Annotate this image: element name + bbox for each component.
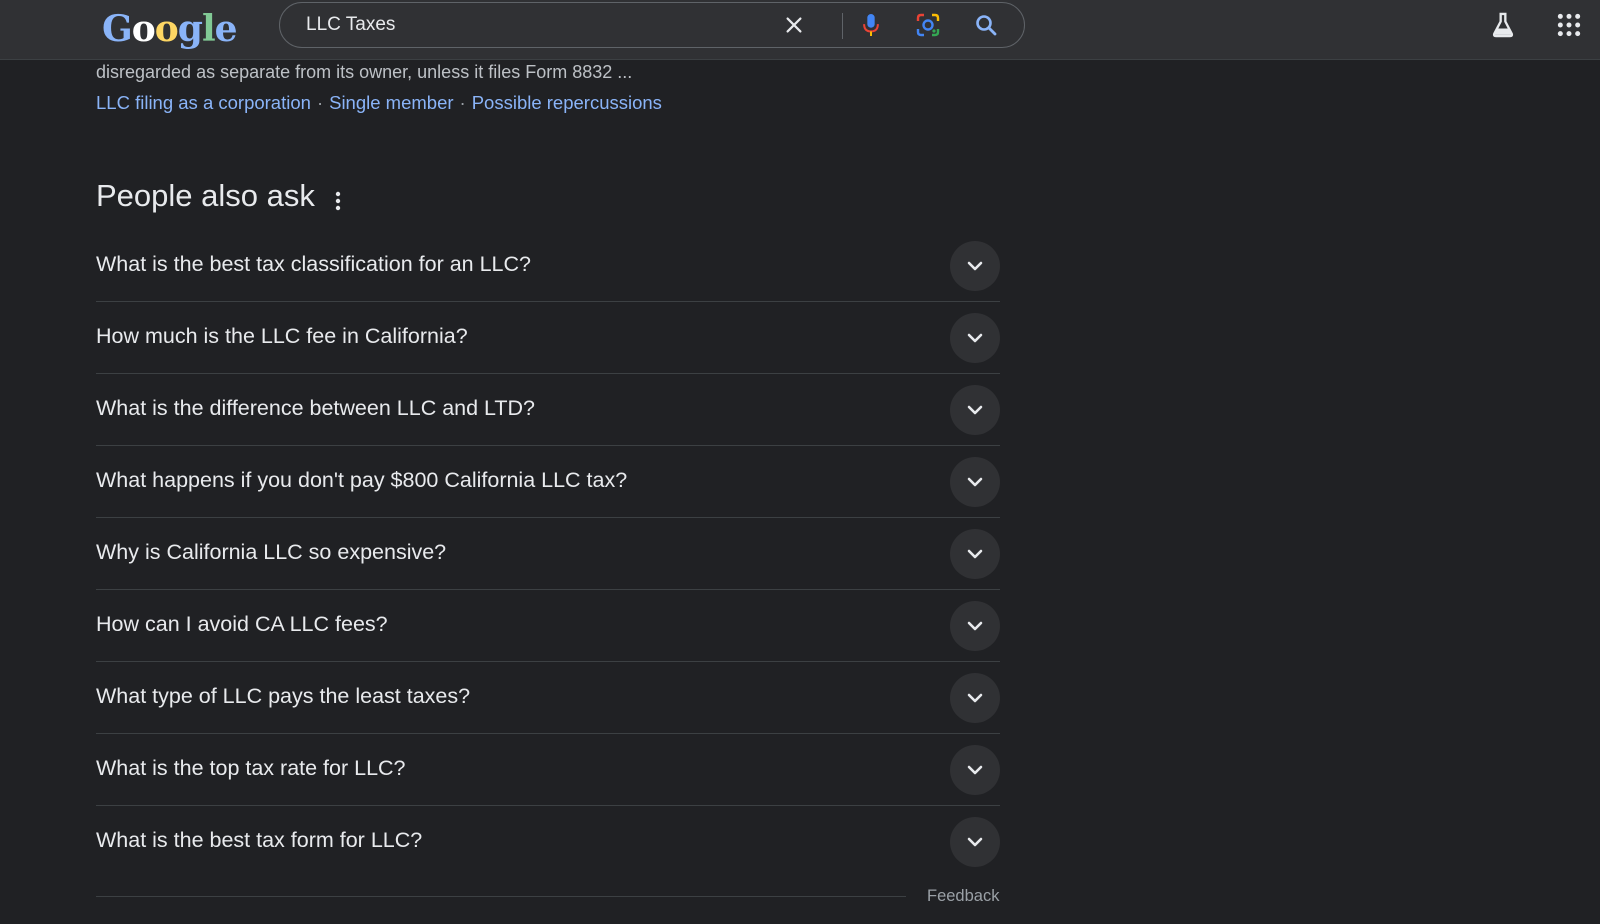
chevron-down-icon[interactable] (950, 601, 1000, 651)
logo-letter: l (201, 8, 216, 50)
logo-letter: g (177, 8, 203, 50)
people-also-ask-list: What is the best tax classification for … (96, 230, 1000, 878)
logo-letter: o (154, 8, 179, 50)
chevron-down-icon[interactable] (950, 745, 1000, 795)
paa-question-text: How much is the LLC fee in California? (96, 324, 468, 348)
microphone-icon[interactable] (857, 11, 885, 39)
paa-question-text: Why is California LLC so expensive? (96, 540, 447, 564)
search-input[interactable] (306, 3, 766, 47)
paa-question[interactable]: What is the best tax classification for … (96, 230, 1000, 302)
sitelink-separator: · (459, 92, 466, 113)
search-icon[interactable] (972, 11, 1000, 39)
chevron-down-icon[interactable] (950, 817, 1000, 867)
sitelink-possible-repercussions[interactable]: Possible repercussions (472, 92, 662, 113)
sitelink-separator: · (316, 92, 324, 113)
chevron-down-icon[interactable] (950, 313, 1000, 363)
sitelink-single-member[interactable]: Single member (329, 92, 453, 113)
paa-question-text: What type of LLC pays the least taxes? (96, 684, 471, 708)
paa-question[interactable]: Why is California LLC so expensive? (96, 518, 1000, 590)
paa-question-text: How can I avoid CA LLC fees? (96, 612, 388, 636)
paa-question[interactable]: What is the top tax rate for LLC? (96, 734, 1000, 806)
paa-question-text: What happens if you don't pay $800 Calif… (96, 468, 628, 492)
paa-question[interactable]: How much is the LLC fee in California? (96, 302, 1000, 374)
chevron-down-icon[interactable] (950, 385, 1000, 435)
result-snippet: disregarded as separate from its owner, … (96, 62, 633, 82)
chevron-down-icon[interactable] (950, 673, 1000, 723)
sitelink-llc-filing-corporation[interactable]: LLC filing as a corporation (96, 92, 311, 113)
paa-question[interactable]: How can I avoid CA LLC fees? (96, 590, 1000, 662)
logo-letter: o (131, 8, 156, 50)
chevron-down-icon[interactable] (950, 241, 1000, 291)
feedback-link[interactable]: Feedback (927, 887, 999, 906)
logo-letter: e (214, 8, 238, 50)
header-bar: G o o g l e (0, 0, 1600, 60)
search-box (279, 2, 1025, 48)
logo-letter: G (102, 8, 133, 50)
paa-question-text: What is the top tax rate for LLC? (96, 756, 406, 780)
camera-lens-icon[interactable] (914, 11, 942, 39)
search-divider (842, 13, 843, 39)
paa-question[interactable]: What type of LLC pays the least taxes? (96, 662, 1000, 734)
paa-question-text: What is the best tax form for LLC? (96, 828, 423, 852)
chevron-down-icon[interactable] (950, 457, 1000, 507)
paa-question-text: What is the best tax classification for … (96, 252, 531, 276)
more-options-icon[interactable] (328, 188, 348, 214)
flask-icon[interactable] (1488, 10, 1518, 40)
paa-question[interactable]: What is the best tax form for LLC? (96, 806, 1000, 878)
paa-question[interactable]: What is the difference between LLC and L… (96, 374, 1000, 446)
sitelinks: LLC filing as a corporation · Single membe… (96, 92, 662, 114)
chevron-down-icon[interactable] (950, 529, 1000, 579)
paa-question-text: What is the difference between LLC and L… (96, 396, 536, 420)
paa-question[interactable]: What happens if you don't pay $800 Calif… (96, 446, 1000, 518)
apps-grid-icon[interactable] (1554, 10, 1584, 40)
feedback-divider (96, 896, 906, 897)
google-logo[interactable]: G o o g l e (102, 6, 238, 52)
people-also-ask-title: People also ask (96, 178, 315, 213)
close-icon[interactable] (780, 11, 808, 39)
